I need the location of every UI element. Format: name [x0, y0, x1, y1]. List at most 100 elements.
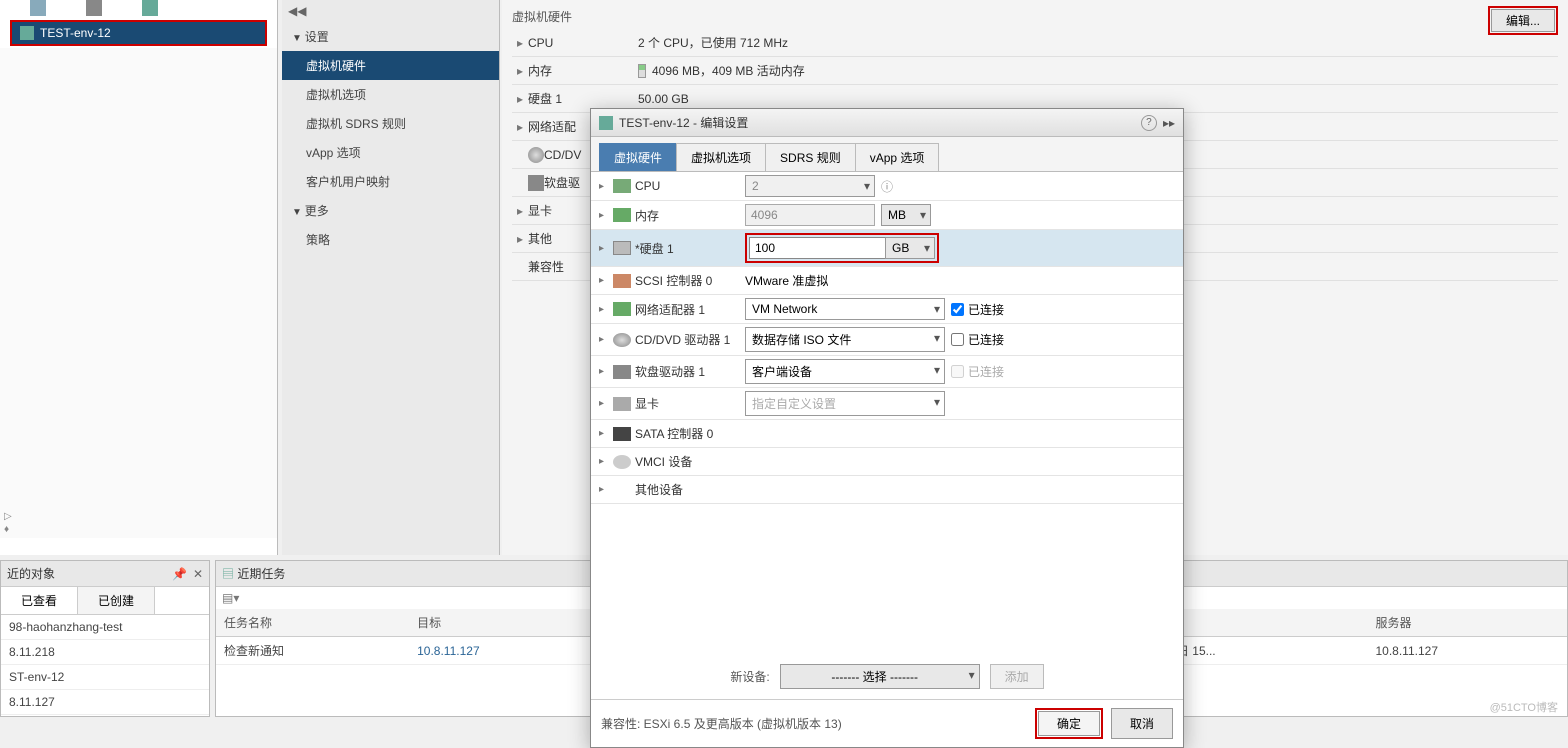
- prop-other-devices: ▸ 其他设备: [591, 476, 1183, 504]
- floppy-icon: [528, 175, 544, 191]
- cancel-button[interactable]: 取消: [1111, 708, 1173, 739]
- tab-created[interactable]: 已创建: [78, 587, 155, 614]
- recent-tabs: 已查看 已创建: [1, 587, 209, 615]
- hw-row-memory: ▸ 内存 4096 MB，409 MB 活动内存: [512, 57, 1558, 85]
- cd-icon: [528, 147, 544, 163]
- nav-vm-hardware[interactable]: 虚拟机硬件: [282, 51, 499, 80]
- tasks-icon: ▤: [222, 567, 234, 581]
- panel-header: 近的对象 📌✕: [1, 561, 209, 587]
- popout-icon[interactable]: ▸▸: [1163, 116, 1175, 130]
- list-item[interactable]: 98-haohanzhang-test: [1, 615, 209, 640]
- expand-icon[interactable]: ▸: [599, 366, 613, 377]
- disk-size-spinner[interactable]: ▲▼: [749, 237, 879, 259]
- edit-settings-dialog: TEST-env-12 - 编辑设置 ? ▸▸ 虚拟硬件 虚拟机选项 SDRS …: [590, 108, 1184, 748]
- col-name[interactable]: 任务名称: [216, 609, 409, 637]
- gpu-icon: [613, 397, 631, 411]
- expand-icon[interactable]: ▸: [599, 243, 613, 254]
- expand-icon[interactable]: ▸: [599, 304, 613, 315]
- expand-icon[interactable]: ▸: [599, 275, 613, 286]
- expand-icon[interactable]: ▸: [599, 210, 613, 221]
- panel-title: 虚拟机硬件: [512, 4, 1558, 29]
- nav-policy[interactable]: 策略: [282, 225, 499, 254]
- compatibility-text: 兼容性: ESXi 6.5 及更高版本 (虚拟机版本 13): [601, 715, 1035, 732]
- expand-icon[interactable]: ▸: [599, 456, 613, 467]
- nav-section-settings[interactable]: 设置: [282, 22, 499, 51]
- nav-sdrs-rules[interactable]: 虚拟机 SDRS 规则: [282, 109, 499, 138]
- network-select[interactable]: VM Network: [745, 298, 945, 320]
- expand-icon[interactable]: ▸: [512, 92, 528, 106]
- tab-sdrs-rules[interactable]: SDRS 规则: [765, 143, 856, 171]
- gpu-select[interactable]: 指定自定义设置: [745, 391, 945, 416]
- vmci-icon: [613, 455, 631, 469]
- tree-anchors: ▷♦: [4, 511, 12, 535]
- prop-cd: ▸ CD/DVD 驱动器 1 数据存储 ISO 文件 已连接: [591, 324, 1183, 356]
- inventory-tree-panel: TEST-env-12 ▷♦: [0, 0, 278, 555]
- tree-item-selected[interactable]: TEST-env-12: [10, 20, 267, 46]
- close-icon[interactable]: ✕: [193, 567, 203, 581]
- help-icon[interactable]: ?: [1141, 115, 1157, 131]
- cd-select[interactable]: 数据存储 ISO 文件: [745, 327, 945, 352]
- vm-icon: [20, 26, 34, 40]
- edit-button[interactable]: 编辑...: [1491, 9, 1555, 32]
- col-server[interactable]: 服务器: [1367, 609, 1567, 637]
- hosts-icon[interactable]: [30, 0, 46, 16]
- dialog-footer: 兼容性: ESXi 6.5 及更高版本 (虚拟机版本 13) 确定 取消: [591, 699, 1183, 747]
- net-connected-checkbox[interactable]: 已连接: [951, 301, 1004, 318]
- prop-gpu: ▸ 显卡 指定自定义设置: [591, 388, 1183, 420]
- prop-disk: ▸ *硬盘 1 ▲▼ GB: [591, 230, 1183, 267]
- nav-guest-mapping[interactable]: 客户机用户映射: [282, 167, 499, 196]
- ok-button[interactable]: 确定: [1038, 711, 1100, 736]
- tab-viewed[interactable]: 已查看: [1, 587, 78, 614]
- expand-icon[interactable]: ▸: [599, 334, 613, 345]
- new-device-row: 新设备: ------- 选择 ------- 添加: [591, 654, 1183, 699]
- dialog-tabs: 虚拟硬件 虚拟机选项 SDRS 规则 vApp 选项: [591, 137, 1183, 172]
- cd-connected-checkbox[interactable]: 已连接: [951, 331, 1004, 348]
- dialog-titlebar[interactable]: TEST-env-12 - 编辑设置 ? ▸▸: [591, 109, 1183, 137]
- tab-vapp-options[interactable]: vApp 选项: [855, 143, 940, 171]
- expand-icon[interactable]: ▸: [599, 398, 613, 409]
- recent-objects-panel: 近的对象 📌✕ 已查看 已创建 98-haohanzhang-test 8.11…: [0, 560, 210, 717]
- tree-body: [0, 48, 277, 538]
- nav-section-more[interactable]: 更多: [282, 196, 499, 225]
- nav-vapp-options[interactable]: vApp 选项: [282, 138, 499, 167]
- storage-icon[interactable]: [86, 0, 102, 16]
- info-icon[interactable]: ⓘ: [881, 178, 893, 195]
- hw-row-cpu: ▸ CPU 2 个 CPU，已使用 712 MHz: [512, 29, 1558, 57]
- cpu-select[interactable]: 2: [745, 175, 875, 197]
- floppy-select[interactable]: 客户端设备: [745, 359, 945, 384]
- network-icon: [613, 302, 631, 316]
- settings-nav-panel: ◀◀ 设置 虚拟机硬件 虚拟机选项 虚拟机 SDRS 规则 vApp 选项 客户…: [282, 0, 500, 555]
- tab-vm-options[interactable]: 虚拟机选项: [676, 143, 766, 171]
- edit-button-highlight: 编辑...: [1488, 6, 1558, 35]
- expand-icon[interactable]: ▸: [599, 484, 613, 495]
- prop-cpu: ▸ CPU 2 ⓘ: [591, 172, 1183, 201]
- collapse-icon[interactable]: ◀◀: [282, 0, 499, 22]
- memory-input[interactable]: [745, 204, 875, 226]
- expand-icon[interactable]: ▸: [512, 64, 528, 78]
- tree-item-label: TEST-env-12: [40, 26, 111, 40]
- expand-icon[interactable]: ▸: [512, 204, 528, 218]
- list-item[interactable]: 8.11.127: [1, 690, 209, 715]
- col-target[interactable]: 目标: [409, 609, 608, 637]
- expand-icon[interactable]: ▸: [599, 428, 613, 439]
- list-item[interactable]: 8.11.218: [1, 640, 209, 665]
- expand-icon[interactable]: ▸: [512, 232, 528, 246]
- target-link[interactable]: 10.8.11.127: [417, 644, 480, 658]
- nav-vm-options[interactable]: 虚拟机选项: [282, 80, 499, 109]
- prop-floppy: ▸ 软盘驱动器 1 客户端设备 已连接: [591, 356, 1183, 388]
- expand-icon[interactable]: ▸: [512, 36, 528, 50]
- add-device-button[interactable]: 添加: [990, 664, 1044, 689]
- tree-toolbar: [0, 0, 277, 18]
- memory-icon: [613, 208, 631, 222]
- tab-virtual-hardware[interactable]: 虚拟硬件: [599, 143, 677, 171]
- memory-unit-select[interactable]: MB: [881, 204, 931, 226]
- expand-icon[interactable]: ▸: [599, 181, 613, 192]
- expand-icon[interactable]: ▸: [512, 120, 528, 134]
- disk-size-highlight: ▲▼ GB: [745, 233, 939, 263]
- network-icon[interactable]: [142, 0, 158, 16]
- floppy-connected-checkbox: 已连接: [951, 363, 1004, 380]
- list-item[interactable]: ST-env-12: [1, 665, 209, 690]
- new-device-select[interactable]: ------- 选择 -------: [780, 664, 980, 689]
- disk-unit-select[interactable]: GB: [885, 237, 935, 259]
- pin-icon[interactable]: 📌: [172, 567, 187, 581]
